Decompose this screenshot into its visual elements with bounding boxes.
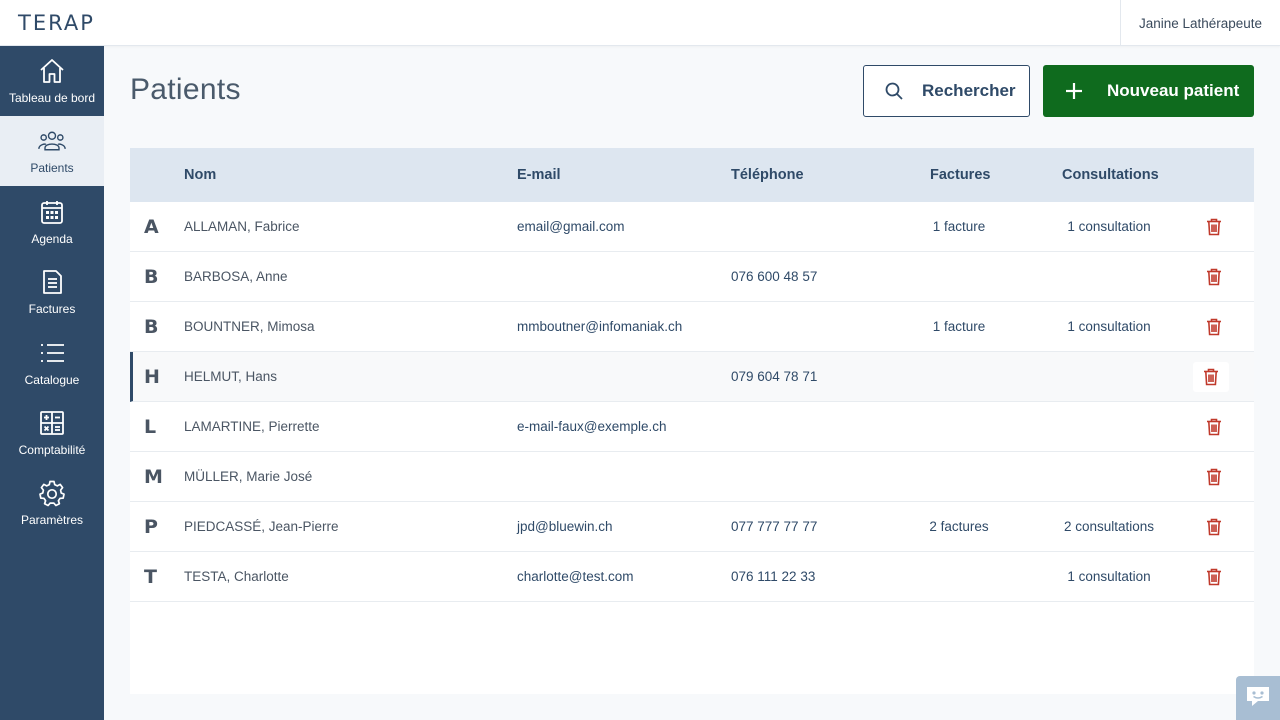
patient-factures[interactable]: 1 facture [909,219,1009,234]
patient-name[interactable]: ALLAMAN, Fabrice [184,219,300,234]
patient-phone[interactable]: 077 777 77 77 [731,519,817,534]
table-row[interactable]: A ALLAMAN, Fabrice email@gmail.com 1 factur… [130,202,1254,252]
column-header-consultations[interactable]: Consultations [1062,167,1159,183]
row-group-letter: B [144,316,159,338]
sidebar: Tableau de bord Patients Agenda Factures… [0,46,104,720]
table-row[interactable]: B BOUNTNER, Mimosa mmboutner@infomaniak.ch… [130,302,1254,352]
table-header: Nom E-mail Téléphone Factures Consultati… [130,148,1254,202]
patient-consultations[interactable]: 1 consultation [1049,219,1169,234]
table-row[interactable]: T TESTA, Charlotte charlotte@test.com 076 1… [130,552,1254,602]
trash-icon [1206,568,1222,586]
sidebar-item-tableau-de-bord[interactable]: Tableau de bord [0,46,104,116]
sidebar-item-label: Factures [28,302,76,316]
sidebar-item-catalogue[interactable]: Catalogue [0,328,104,398]
patient-name[interactable]: HELMUT, Hans [184,369,277,384]
column-header-telephone[interactable]: Téléphone [731,167,804,183]
delete-patient-button[interactable] [1196,562,1232,592]
trash-icon [1206,268,1222,286]
app-logo[interactable]: TERAP [18,11,95,35]
trash-icon [1206,218,1222,236]
patient-name[interactable]: MÜLLER, Marie José [184,469,312,484]
column-header-factures[interactable]: Factures [930,167,990,183]
sidebar-item-label: Paramètres [20,513,84,527]
patient-email[interactable]: e-mail-faux@exemple.ch [517,419,667,434]
patient-consultations[interactable]: 1 consultation [1049,569,1169,584]
sidebar-item-parametres[interactable]: Paramètres [0,468,104,538]
new-patient-button[interactable]: Nouveau patient [1043,65,1254,117]
delete-patient-button[interactable] [1196,212,1232,242]
patient-name[interactable]: PIEDCASSÉ, Jean-Pierre [184,519,339,534]
calendar-icon [37,197,67,227]
user-menu[interactable]: Janine Lathérapeute [1120,0,1280,46]
trash-icon [1206,468,1222,486]
user-name: Janine Lathérapeute [1138,15,1263,31]
delete-patient-button[interactable] [1196,462,1232,492]
table-row[interactable]: B BARBOSA, Anne 076 600 48 57 [130,252,1254,302]
sidebar-item-label: Tableau de bord [8,91,96,105]
delete-patient-button[interactable] [1196,262,1232,292]
sidebar-item-label: Catalogue [24,373,80,387]
calculator-icon [37,408,67,438]
list-icon [37,338,67,368]
patient-phone[interactable]: 079 604 78 71 [731,369,817,384]
home-icon [37,56,67,86]
users-icon [37,126,67,156]
plus-icon [1065,82,1083,100]
patient-name[interactable]: BOUNTNER, Mimosa [184,319,315,334]
patient-phone[interactable]: 076 111 22 33 [731,569,815,584]
sidebar-item-patients[interactable]: Patients [0,116,104,186]
patient-email[interactable]: email@gmail.com [517,219,624,234]
patient-name[interactable]: BARBOSA, Anne [184,269,288,284]
sidebar-item-factures[interactable]: Factures [0,257,104,327]
patient-name[interactable]: LAMARTINE, Pierrette [184,419,320,434]
row-group-letter: L [144,416,157,438]
sidebar-item-comptabilite[interactable]: Comptabilité [0,398,104,468]
sidebar-item-label: Comptabilité [18,443,86,457]
chat-widget-button[interactable] [1236,676,1280,720]
trash-icon [1206,418,1222,436]
top-bar: TERAP Janine Lathérapeute [0,0,1280,46]
trash-icon [1206,318,1222,336]
patient-email[interactable]: jpd@bluewin.ch [517,519,613,534]
chat-icon [1245,684,1271,713]
delete-patient-button[interactable] [1196,312,1232,342]
patient-name[interactable]: TESTA, Charlotte [184,569,289,584]
patient-factures[interactable]: 1 facture [909,319,1009,334]
patient-factures[interactable]: 2 factures [909,519,1009,534]
table-row[interactable]: H HELMUT, Hans 079 604 78 71 [130,352,1254,402]
patient-email[interactable]: mmboutner@infomaniak.ch [517,319,682,334]
trash-icon [1206,518,1222,536]
sidebar-item-label: Patients [30,161,74,175]
delete-patient-button[interactable] [1193,362,1229,392]
search-button[interactable]: Rechercher [863,65,1030,117]
column-header-email[interactable]: E-mail [517,167,561,183]
row-group-letter: A [144,216,159,238]
sidebar-item-agenda[interactable]: Agenda [0,187,104,257]
row-group-letter: B [144,266,159,288]
search-button-label: Rechercher [922,81,1016,100]
new-patient-button-label: Nouveau patient [1107,81,1240,100]
trash-icon [1203,368,1219,386]
row-group-letter: H [144,366,160,388]
patients-table: Nom E-mail Téléphone Factures Consultati… [130,148,1254,694]
gear-icon [37,478,67,508]
patient-consultations[interactable]: 2 consultations [1049,519,1169,534]
table-row[interactable]: P PIEDCASSÉ, Jean-Pierre jpd@bluewin.ch 077… [130,502,1254,552]
row-group-letter: T [144,566,157,588]
patient-consultations[interactable]: 1 consultation [1049,319,1169,334]
column-header-nom[interactable]: Nom [184,167,216,183]
patient-email[interactable]: charlotte@test.com [517,569,634,584]
delete-patient-button[interactable] [1196,412,1232,442]
row-group-letter: P [144,516,158,538]
table-row[interactable]: M MÜLLER, Marie José [130,452,1254,502]
row-group-letter: M [144,466,163,488]
sidebar-item-label: Agenda [31,232,73,246]
patient-phone[interactable]: 076 600 48 57 [731,269,817,284]
page-title: Patients [130,73,241,106]
invoice-icon [37,267,67,297]
search-icon [884,81,904,101]
delete-patient-button[interactable] [1196,512,1232,542]
table-row[interactable]: L LAMARTINE, Pierrette e-mail-faux@exemple… [130,402,1254,452]
